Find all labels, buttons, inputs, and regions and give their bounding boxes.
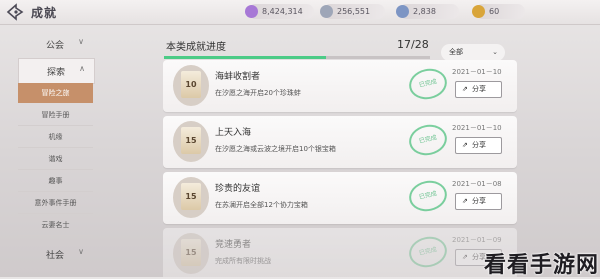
progress-bar: [164, 56, 430, 59]
achievement-title: 海蚌收割者: [215, 72, 261, 82]
page-title: 成就: [31, 6, 58, 20]
sidebar-category-explore[interactable]: 探索 ∧: [18, 58, 95, 84]
sidebar: 公会 ∨ 探索 ∧ 冒险之旅 冒险手册 机缘 谐戏 趣事 意外事件手册 云妻名士…: [0, 28, 97, 277]
sidebar-item-jest[interactable]: 谐戏: [18, 149, 93, 170]
completed-stamp: 已完成: [406, 121, 450, 159]
watermark: 看看手游网: [484, 253, 600, 278]
silver-coin-icon: [320, 5, 333, 18]
resource-purple-crystal: 8,424,314: [245, 4, 314, 19]
sidebar-category-guild[interactable]: 公会 ∨: [18, 32, 93, 56]
achievement-description: 完成所有限时挑战: [215, 257, 271, 265]
progress-fill: [164, 56, 327, 59]
share-icon: ⇗: [462, 85, 468, 93]
chevron-down-icon: ⌄: [492, 48, 498, 56]
sidebar-category-society[interactable]: 社会 ∨: [18, 242, 93, 266]
achievement-card: 10 海蚌收割者 在汐愿之海开启20个珍珠蚌 已完成 2021－01－10 ⇗ …: [163, 60, 517, 112]
chevron-up-icon: ∧: [79, 64, 85, 73]
achievement-description: 在汐愿之海开启20个珍珠蚌: [215, 89, 301, 97]
achievement-card: 15 珍贵的友谊 在苏澜开启全部12个协力宝箱 已完成 2021－01－08 ⇗…: [163, 172, 517, 224]
achievement-date: 2021－01－08: [452, 180, 502, 188]
gold-coin-icon: [472, 5, 485, 18]
achievement-badge-icon: 10: [173, 65, 209, 106]
share-button[interactable]: ⇗ 分享: [455, 193, 502, 210]
blue-gem-icon: [396, 5, 409, 18]
achievement-list: 10 海蚌收割者 在汐愿之海开启20个珍珠蚌 已完成 2021－01－10 ⇗ …: [163, 60, 517, 277]
back-icon[interactable]: [5, 3, 25, 21]
chevron-down-icon: ∨: [78, 247, 84, 256]
sidebar-item-anecdotes[interactable]: 趣事: [18, 171, 93, 192]
resource-gold-coin: 60: [472, 4, 525, 19]
purple-crystal-icon: [245, 5, 258, 18]
top-bar: 成就 8,424,314 256,551 2,838 60: [0, 0, 600, 25]
share-icon: ⇗: [462, 253, 468, 261]
completed-stamp: 已完成: [406, 177, 450, 215]
achievement-badge-icon: 15: [173, 233, 209, 274]
achievement-date: 2021－01－10: [452, 124, 502, 132]
sidebar-item-adventure-journey[interactable]: 冒险之旅: [18, 83, 93, 103]
share-button[interactable]: ⇗ 分享: [455, 81, 502, 98]
achievement-title: 珍贵的友谊: [215, 184, 261, 194]
share-icon: ⇗: [462, 197, 468, 205]
progress-count: 17/28: [397, 38, 429, 51]
achievement-description: 在汐愿之海或云波之境开启10个银宝箱: [215, 145, 336, 153]
resource-blue-gem: 2,838: [396, 4, 459, 19]
sidebar-item-accident-handbook[interactable]: 意外事件手册: [18, 193, 93, 214]
sidebar-item-adventure-handbook[interactable]: 冒险手册: [18, 105, 93, 126]
achievement-badge-icon: 15: [173, 121, 209, 162]
achievement-description: 在苏澜开启全部12个协力宝箱: [215, 201, 308, 209]
filter-dropdown[interactable]: 全部 ⌄: [441, 44, 505, 61]
achievement-card: 15 上天入海 在汐愿之海或云波之境开启10个银宝箱 已完成 2021－01－1…: [163, 116, 517, 168]
share-button[interactable]: ⇗ 分享: [455, 137, 502, 154]
share-icon: ⇗: [462, 141, 468, 149]
achievement-date: 2021－01－10: [452, 68, 502, 76]
resource-silver-coin: 256,551: [320, 4, 385, 19]
progress-title: 本类成就进度: [166, 42, 226, 53]
completed-stamp: 已完成: [406, 65, 450, 103]
sidebar-item-fortune[interactable]: 机缘: [18, 127, 93, 148]
sidebar-item-celebrities[interactable]: 云妻名士: [18, 215, 93, 236]
achievement-date: 2021－01－09: [452, 236, 502, 244]
achievement-title: 上天入海: [215, 128, 252, 138]
achievement-badge-icon: 15: [173, 177, 209, 218]
achievement-card: 15 竞速勇者 完成所有限时挑战 已完成 2021－01－09 ⇗ 分享: [163, 228, 517, 277]
achievement-title: 竞速勇者: [215, 240, 252, 250]
chevron-down-icon: ∨: [78, 37, 84, 46]
completed-stamp: 已完成: [406, 233, 450, 271]
